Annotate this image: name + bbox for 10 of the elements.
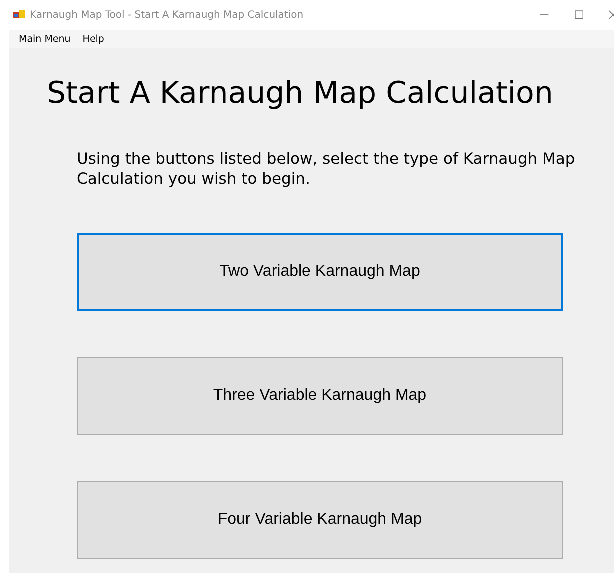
- map-type-button[interactable]: Two Variable Karnaugh Map: [77, 233, 563, 311]
- map-type-button[interactable]: Four Variable Karnaugh Map: [77, 481, 563, 559]
- menu-item[interactable]: Main Menu: [19, 34, 71, 44]
- window-title: Karnaugh Map Tool - Start A Karnaugh Map Calculation: [30, 10, 305, 20]
- page-heading: Start A Karnaugh Map Calculation: [47, 76, 554, 111]
- maximize-icon[interactable]: [574, 10, 584, 20]
- menu-item[interactable]: Help: [82, 34, 104, 44]
- instructions-text: Using the buttons listed below, select the type of Karnaugh Map Calculation you wish to begin.: [77, 149, 576, 189]
- map-type-button[interactable]: Three Variable Karnaugh Map: [77, 357, 563, 435]
- app-icon: [13, 9, 25, 21]
